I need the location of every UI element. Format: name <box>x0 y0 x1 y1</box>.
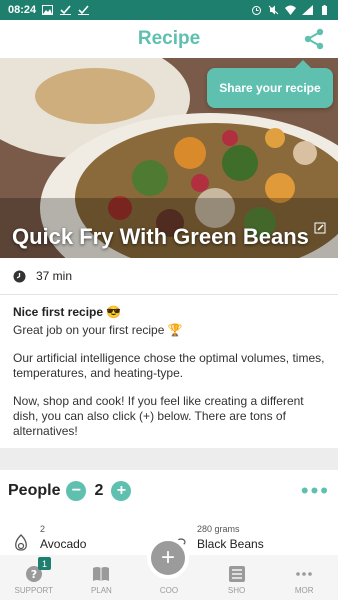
recipe-info-card: 37 min Nice first recipe 😎 Great job on … <box>0 258 338 448</box>
list-icon <box>228 566 245 582</box>
people-count: 2 <box>94 482 104 499</box>
support-badge: 1 <box>38 557 51 570</box>
status-bar: 08:24 <box>0 0 338 20</box>
cook-add-button[interactable]: + <box>147 537 189 579</box>
nav-shop-label: SHO <box>227 586 246 595</box>
increase-people-button[interactable]: + <box>111 481 132 501</box>
signal-icon <box>302 5 313 15</box>
nice-recipe-heading: Nice first recipe 😎 <box>13 305 122 319</box>
nav-cook-label: COO <box>159 586 179 595</box>
more-dots-icon <box>296 572 312 576</box>
ingredient-item[interactable]: 280 grams Black Beans <box>169 524 326 552</box>
book-icon <box>93 567 110 581</box>
people-label: People <box>8 482 61 499</box>
check-notification-icon <box>60 5 72 15</box>
mute-icon <box>268 5 279 15</box>
shop-cook-text: Now, shop and cook! If you feel like cre… <box>13 394 304 438</box>
status-time: 08:24 <box>8 4 37 16</box>
decrease-people-button[interactable]: − <box>66 481 87 501</box>
svg-text:?: ? <box>31 568 37 581</box>
people-row: People − 2 + ••• <box>0 470 338 512</box>
share-icon[interactable] <box>302 27 326 51</box>
duration-row: 37 min <box>13 258 325 294</box>
clock-icon <box>13 270 26 282</box>
nav-more[interactable]: MOR <box>270 555 338 600</box>
gallery-notification-icon <box>42 5 54 15</box>
ingredient-item[interactable]: 2 Avocado <box>12 524 169 552</box>
recipe-title: Quick Fry With Green Beans <box>12 224 309 249</box>
avocado-icon <box>15 534 27 551</box>
divider <box>0 294 338 295</box>
edit-title-icon[interactable] <box>314 222 326 234</box>
app-header: Recipe <box>0 20 338 58</box>
check-notification-icon-2 <box>78 5 90 15</box>
nav-more-label: MOR <box>294 586 314 595</box>
ingredient-name: Black Beans <box>197 537 264 551</box>
battery-icon <box>322 5 327 15</box>
nav-support[interactable]: ? 1 SUPPORT <box>0 555 68 600</box>
nav-shop[interactable]: SHO <box>203 555 271 600</box>
nice-recipe-text: Great job on your first recipe 🏆 <box>13 323 183 337</box>
ingredient-qty: 2 <box>40 524 46 534</box>
nav-plan[interactable]: PLAN <box>68 555 136 600</box>
duration-text: 37 min <box>36 269 73 283</box>
ingredient-name: Avocado <box>40 537 87 551</box>
ingredient-qty: 280 grams <box>197 524 240 534</box>
share-tooltip[interactable]: Share your recipe <box>207 60 333 108</box>
more-options-icon[interactable]: ••• <box>301 480 330 502</box>
alarm-icon <box>252 6 261 15</box>
wifi-icon <box>285 5 296 15</box>
page-title: Recipe <box>137 28 201 49</box>
ai-info-text: Our artificial intelligence chose the op… <box>13 351 325 380</box>
nav-support-label: SUPPORT <box>14 586 54 595</box>
nav-plan-label: PLAN <box>90 586 112 595</box>
